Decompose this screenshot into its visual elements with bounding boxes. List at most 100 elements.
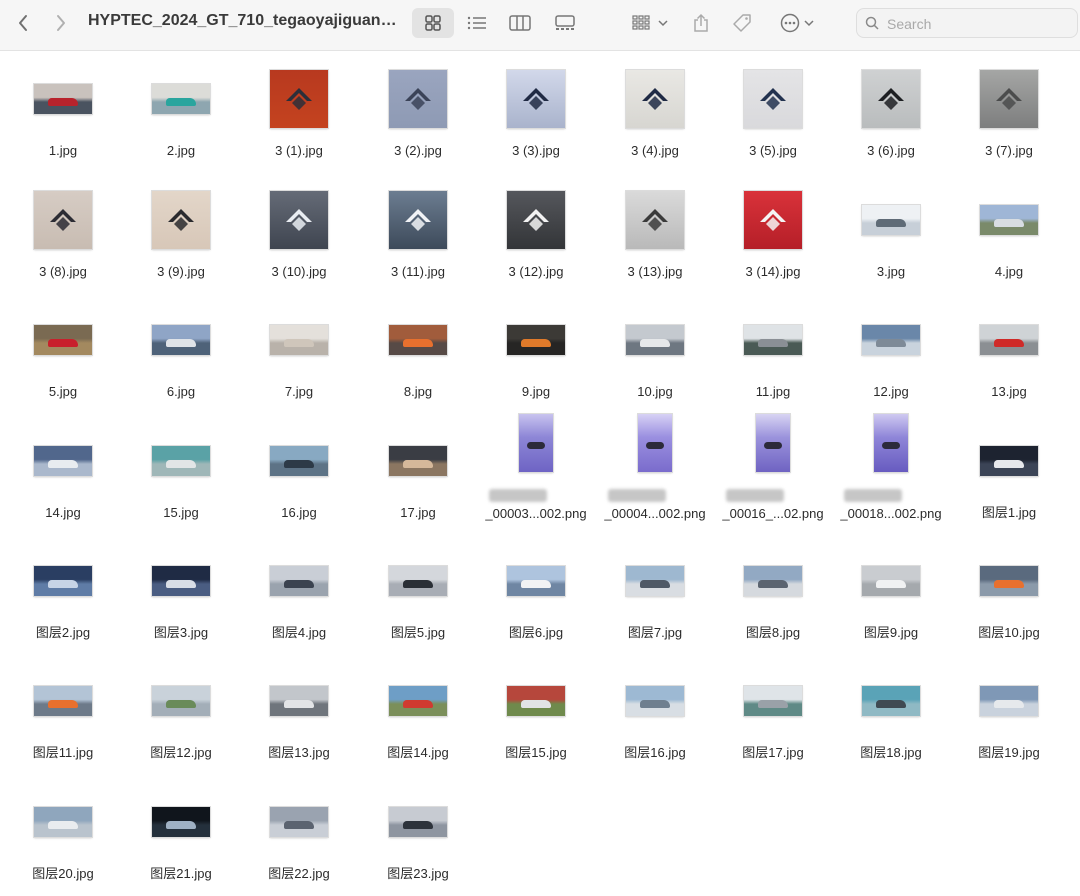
file-thumbnail	[626, 566, 684, 596]
file-item[interactable]: 图层12.jpg	[122, 654, 240, 770]
file-item[interactable]: 3 (7).jpg	[950, 52, 1068, 168]
file-thumbnail	[744, 566, 802, 596]
file-thumbnail	[980, 686, 1038, 716]
forward-button[interactable]	[50, 12, 72, 34]
file-name-label: 3 (6).jpg	[867, 143, 915, 158]
file-item[interactable]: 9.jpg	[477, 293, 595, 409]
file-item[interactable]: 13.jpg	[950, 293, 1068, 409]
file-item[interactable]: 图层22.jpg	[240, 775, 358, 891]
file-item[interactable]: 10.jpg	[596, 293, 714, 409]
file-thumbnail	[744, 325, 802, 355]
file-name-label: 图层12.jpg	[150, 745, 212, 760]
file-item[interactable]: _00003...002.png	[477, 414, 595, 530]
group-by-button[interactable]	[628, 8, 672, 38]
file-item[interactable]: 3 (10).jpg	[240, 173, 358, 289]
share-button[interactable]	[688, 8, 714, 38]
car-silhouette	[166, 339, 196, 347]
brand-logo-icon	[642, 209, 668, 231]
chevron-right-icon	[57, 15, 65, 31]
brand-logo-icon	[286, 88, 312, 110]
file-name-label: 3 (1).jpg	[275, 143, 323, 158]
file-item[interactable]: 图层21.jpg	[122, 775, 240, 891]
gallery-view-button[interactable]	[550, 8, 580, 38]
file-item[interactable]: 图层23.jpg	[359, 775, 477, 891]
file-item[interactable]: 2.jpg	[122, 52, 240, 168]
file-item[interactable]: 7.jpg	[240, 293, 358, 409]
file-item[interactable]: 图层20.jpg	[4, 775, 122, 891]
file-item[interactable]: 图层6.jpg	[477, 534, 595, 650]
file-item[interactable]: 11.jpg	[714, 293, 832, 409]
car-silhouette	[764, 442, 782, 449]
file-item[interactable]: 3 (5).jpg	[714, 52, 832, 168]
file-item[interactable]: 图层1.jpg	[950, 414, 1068, 530]
file-thumbnail	[980, 446, 1038, 476]
redacted-filename-fragment	[608, 489, 666, 502]
column-view-button[interactable]	[505, 8, 535, 38]
search-input[interactable]	[885, 13, 1075, 35]
file-item[interactable]: 3 (8).jpg	[4, 173, 122, 289]
file-item[interactable]: 3 (3).jpg	[477, 52, 595, 168]
tag-button[interactable]	[728, 8, 756, 38]
file-item[interactable]: 图层2.jpg	[4, 534, 122, 650]
file-item[interactable]: 3.jpg	[832, 173, 950, 289]
file-item[interactable]: 图层8.jpg	[714, 534, 832, 650]
brand-logo-icon	[760, 209, 786, 231]
file-item[interactable]: 14.jpg	[4, 414, 122, 530]
file-item[interactable]: 图层15.jpg	[477, 654, 595, 770]
file-item[interactable]: _00004...002.png	[596, 414, 714, 530]
file-item[interactable]: 3 (4).jpg	[596, 52, 714, 168]
file-name-label: 图层1.jpg	[981, 505, 1037, 520]
file-thumbnail	[862, 70, 920, 128]
file-item[interactable]: 8.jpg	[359, 293, 477, 409]
file-item[interactable]: 3 (11).jpg	[359, 173, 477, 289]
file-item[interactable]: 图层18.jpg	[832, 654, 950, 770]
file-item[interactable]: 图层14.jpg	[359, 654, 477, 770]
back-button[interactable]	[12, 12, 34, 34]
file-item[interactable]: 17.jpg	[359, 414, 477, 530]
car-silhouette	[48, 460, 78, 468]
file-name-label: 3 (14).jpg	[745, 264, 801, 279]
file-name-label: 图层4.jpg	[271, 625, 327, 640]
file-thumbnail	[152, 807, 210, 837]
file-item[interactable]: 3 (13).jpg	[596, 173, 714, 289]
file-item[interactable]: 3 (14).jpg	[714, 173, 832, 289]
file-item[interactable]: 图层17.jpg	[714, 654, 832, 770]
more-actions-button[interactable]	[776, 8, 818, 38]
file-item[interactable]: 图层13.jpg	[240, 654, 358, 770]
file-name-label: 图层14.jpg	[387, 745, 449, 760]
file-item[interactable]: 16.jpg	[240, 414, 358, 530]
file-item[interactable]: 图层3.jpg	[122, 534, 240, 650]
file-item[interactable]: 3 (9).jpg	[122, 173, 240, 289]
file-item[interactable]: 图层19.jpg	[950, 654, 1068, 770]
car-silhouette	[48, 700, 78, 708]
file-name-label: _00003...002.png	[485, 506, 587, 521]
file-thumbnail	[862, 686, 920, 716]
file-item[interactable]: 3 (1).jpg	[240, 52, 358, 168]
file-item[interactable]: 1.jpg	[4, 52, 122, 168]
file-item[interactable]: 图层10.jpg	[950, 534, 1068, 650]
file-item[interactable]: 15.jpg	[122, 414, 240, 530]
file-name-label: 图层16.jpg	[624, 745, 686, 760]
file-item[interactable]: 12.jpg	[832, 293, 950, 409]
file-item[interactable]: 图层7.jpg	[596, 534, 714, 650]
file-name-label: 图层6.jpg	[508, 625, 564, 640]
icon-view-button[interactable]	[412, 8, 454, 38]
file-item[interactable]: 6.jpg	[122, 293, 240, 409]
file-item[interactable]: 图层4.jpg	[240, 534, 358, 650]
file-item[interactable]: 3 (12).jpg	[477, 173, 595, 289]
file-item[interactable]: _00016_...02.png	[714, 414, 832, 530]
file-item[interactable]: 3 (6).jpg	[832, 52, 950, 168]
list-view-button[interactable]	[462, 8, 492, 38]
file-thumbnail	[152, 686, 210, 716]
file-thumbnail	[389, 686, 447, 716]
file-item[interactable]: 4.jpg	[950, 173, 1068, 289]
file-item[interactable]: 3 (2).jpg	[359, 52, 477, 168]
file-item[interactable]: _00018...002.png	[832, 414, 950, 530]
file-item[interactable]: 5.jpg	[4, 293, 122, 409]
file-item[interactable]: 图层11.jpg	[4, 654, 122, 770]
file-thumbnail	[626, 70, 684, 128]
file-item[interactable]: 图层16.jpg	[596, 654, 714, 770]
file-item[interactable]: 图层9.jpg	[832, 534, 950, 650]
file-item[interactable]: 图层5.jpg	[359, 534, 477, 650]
search-field[interactable]	[856, 8, 1078, 38]
